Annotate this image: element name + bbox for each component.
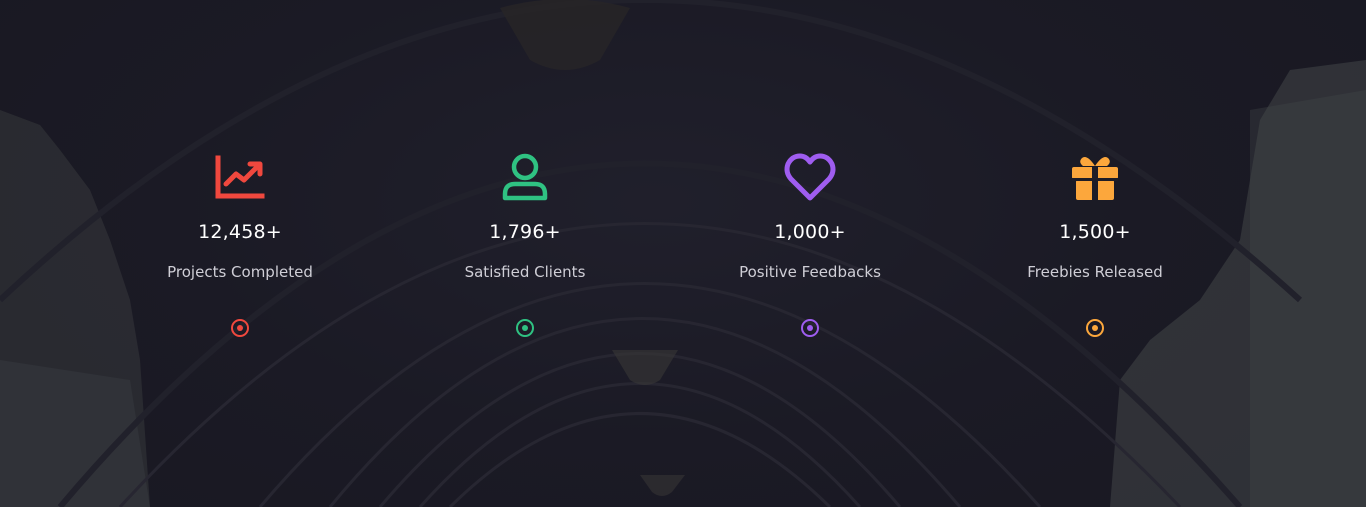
stat-label: Freebies Released	[1027, 263, 1163, 281]
stat-label: Projects Completed	[167, 263, 313, 281]
stat-value: 1,796+	[489, 221, 561, 243]
stat-value: 1,500+	[1059, 221, 1131, 243]
radio-dot-icon[interactable]	[230, 318, 250, 338]
chart-trending-up-icon	[215, 155, 265, 199]
radio-dot-icon[interactable]	[1085, 318, 1105, 338]
user-icon	[502, 153, 548, 201]
stat-freebies-released: 1,500+ Freebies Released	[975, 150, 1215, 338]
radio-dot-icon[interactable]	[515, 318, 535, 338]
stat-satisfied-clients: 1,796+ Satisfied Clients	[405, 150, 645, 338]
stat-value: 12,458+	[198, 221, 282, 243]
stat-positive-feedbacks: 1,000+ Positive Feedbacks	[690, 150, 930, 338]
stat-value: 1,000+	[774, 221, 846, 243]
stat-label: Positive Feedbacks	[739, 263, 881, 281]
radio-dot-icon[interactable]	[800, 318, 820, 338]
stat-label: Satisfied Clients	[464, 263, 586, 281]
stat-projects-completed: 12,458+ Projects Completed	[120, 150, 360, 338]
gift-icon	[1072, 157, 1118, 200]
heart-icon	[784, 153, 836, 201]
stats-section: 12,458+ Projects Completed 1,796+ Satisf…	[0, 0, 1366, 507]
